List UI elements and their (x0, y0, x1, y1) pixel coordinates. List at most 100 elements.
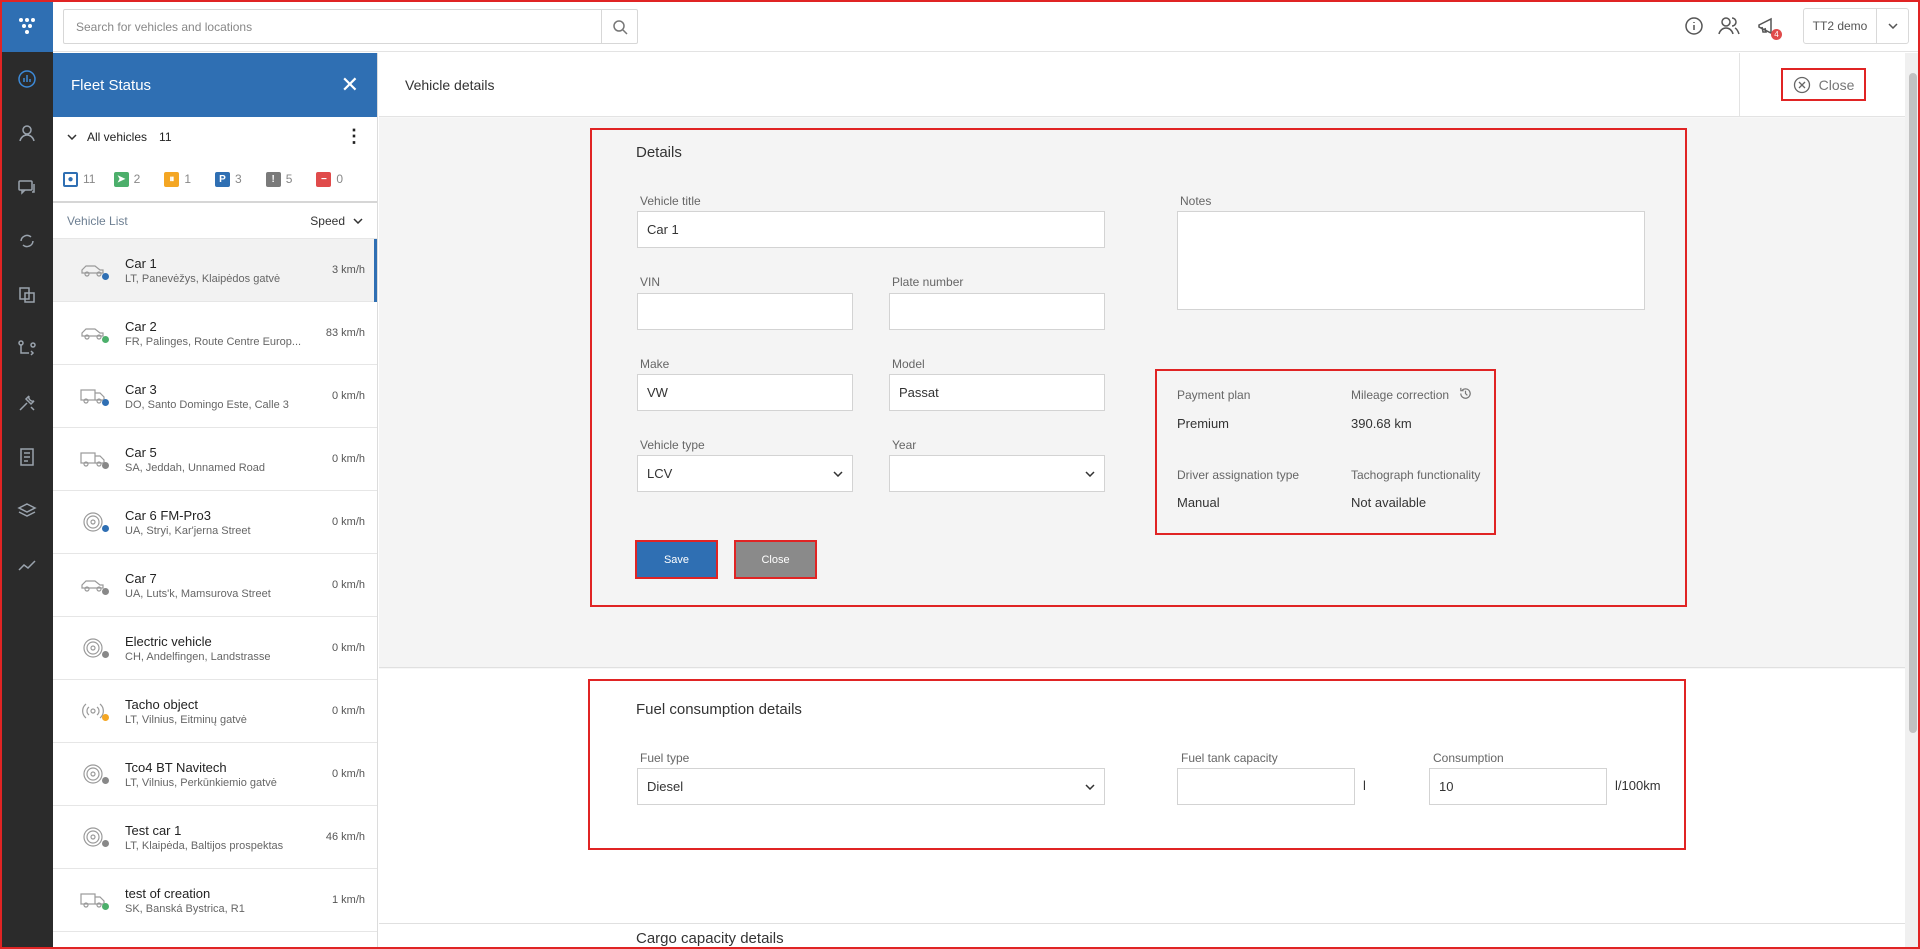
vin-field[interactable] (637, 293, 853, 330)
vehicle-speed: 83 km/h (325, 327, 365, 339)
fuel-tank-capacity-field[interactable] (1177, 768, 1355, 805)
vehicle-list-header: Vehicle List Speed (53, 203, 377, 239)
vehicle-list-item[interactable]: Car 2 FR, Palinges, Route Centre Europ...… (53, 302, 377, 365)
status-dot (102, 903, 109, 910)
status-filter-count: 5 (285, 172, 293, 186)
vehicle-speed: 3 km/h (331, 264, 365, 276)
tachograph-label: Tachograph functionality (1351, 468, 1481, 482)
vehicle-speed: 1 km/h (331, 894, 365, 906)
vehicle-address: LT, Vilnius, Eitminų gatvė (125, 713, 247, 726)
status-filters: ● 11 ➤ 2 ⏸ 1 P 3! 5−0 (53, 157, 377, 203)
vehicle-list-item[interactable]: Car 3 DO, Santo Domingo Este, Calle 3 0 km… (53, 365, 377, 428)
documents-icon[interactable] (0, 268, 53, 322)
vehicle-list-label: Vehicle List (67, 213, 128, 228)
search-box (63, 9, 638, 44)
truck-icon (77, 884, 109, 916)
status-filter-2[interactable]: ⏸ 1 (164, 171, 215, 187)
more-options-icon[interactable]: ⋮ (345, 127, 363, 145)
moving-icon: ➤ (113, 171, 129, 187)
vehicle-list-item[interactable]: test of creation SK, Banská Bystrica, R1 1… (53, 869, 377, 932)
chevron-down-icon (1085, 470, 1095, 477)
status-dot (102, 462, 109, 469)
status-filter-1[interactable]: ➤ 2 (113, 171, 165, 187)
driver-assignation-label: Driver assignation type (1177, 468, 1300, 482)
close-button[interactable]: Close (1781, 68, 1866, 101)
status-dot (102, 273, 109, 280)
vehicle-list-item[interactable]: Car 7 UA, Luts'k, Mamsurova Street 0 km/h (53, 554, 377, 617)
make-label: Make (640, 357, 670, 371)
make-field[interactable]: VW (637, 374, 853, 411)
mileage-correction-label: Mileage correction (1351, 388, 1450, 402)
history-icon[interactable] (1458, 386, 1473, 404)
vehicle-list-item[interactable]: Test car 1 LT, Klaipėda, Baltijos prospek… (53, 806, 377, 869)
app-logo[interactable] (0, 0, 53, 52)
page-scrollbar[interactable] (1905, 53, 1920, 949)
vehicle-list-item[interactable]: Car 1 LT, Panevėžys, Klaipėdos gatvė 3 km/… (53, 239, 377, 302)
vehicle-type-value: LCV (647, 466, 673, 481)
layers-icon[interactable] (0, 484, 53, 538)
close-icon[interactable]: ✕ (341, 72, 359, 98)
vehicle-address: DO, Santo Domingo Este, Calle 3 (125, 398, 289, 411)
status-filter-3[interactable]: P3 (215, 171, 266, 187)
search-input[interactable] (64, 10, 594, 43)
vehicle-title-field[interactable]: Car 1 (637, 211, 1105, 248)
parked-icon: P (215, 171, 231, 187)
vehicle-list-item[interactable]: Car 6 FM-Pro3 UA, Stryi, Kar'jerna Street… (53, 491, 377, 554)
vehicle-details-panel: Vehicle details Close Details Vehicle ti… (379, 53, 1905, 949)
status-filter-0[interactable]: ● 11 (63, 171, 114, 187)
model-field[interactable]: Passat (889, 374, 1105, 411)
vehicle-address: CH, Andelfingen, Landstrasse (125, 650, 271, 663)
vehicle-info: Tacho object LT, Vilnius, Eitminų gatvė (125, 697, 326, 726)
vehicle-type-select[interactable]: LCV (637, 455, 853, 492)
users-icon[interactable] (1717, 14, 1741, 38)
vehicle-name: Car 3 (125, 381, 157, 397)
consumption-field[interactable]: 10 (1429, 768, 1607, 805)
plate-number-label: Plate number (892, 275, 964, 289)
vehicle-list-item[interactable]: Car 5 SA, Jeddah, Unnamed Road 0 km/h (53, 428, 377, 491)
notes-textarea[interactable] (1177, 211, 1645, 310)
status-dot (102, 840, 109, 847)
messages-icon[interactable] (0, 160, 53, 214)
car-icon (77, 317, 109, 349)
status-dot (102, 588, 109, 595)
fleet-status-header: Fleet Status ✕ (53, 53, 377, 117)
status-filter-count: 0 (336, 172, 344, 186)
routes-icon[interactable] (0, 214, 53, 268)
sort-dropdown[interactable]: Speed (310, 214, 363, 228)
scrollbar-thumb[interactable] (1909, 73, 1917, 733)
driver-icon[interactable] (0, 106, 53, 160)
chevron-down-icon (353, 217, 363, 224)
save-button[interactable]: Save (635, 540, 718, 579)
steering-wheel-icon (77, 632, 109, 664)
tasks-icon[interactable] (0, 322, 53, 376)
vehicle-list-item[interactable]: Tco4 BT Navitech LT, Vilnius, Perkūnkiemi… (53, 743, 377, 806)
model-label: Model (892, 357, 925, 371)
analytics-icon[interactable] (0, 538, 53, 592)
status-dot (102, 399, 109, 406)
status-filter-count: 2 (133, 172, 141, 186)
reports-icon[interactable] (0, 430, 53, 484)
close-form-button[interactable]: Close (734, 540, 817, 579)
status-dot (102, 651, 109, 658)
all-vehicles-group[interactable]: All vehicles 11 ⋮ (53, 117, 377, 157)
vehicle-list-item[interactable]: Tacho object LT, Vilnius, Eitminų gatvė 0 … (53, 680, 377, 743)
vehicle-info: test of creation SK, Banská Bystrica, R1 (125, 886, 326, 915)
user-menu[interactable]: TT2 demo (1803, 8, 1909, 44)
idle-icon: ⏸ (164, 171, 180, 187)
notifications-icon[interactable]: 4 (1754, 14, 1782, 40)
year-select[interactable] (889, 455, 1105, 492)
dashboard-icon[interactable] (0, 52, 53, 106)
fuel-type-value: Diesel (647, 779, 684, 794)
car-icon (77, 569, 109, 601)
steering-wheel-icon (77, 506, 109, 538)
maintenance-icon[interactable] (0, 376, 53, 430)
status-filter-4[interactable]: ! 5 (265, 171, 317, 187)
search-icon[interactable] (601, 10, 637, 43)
vehicle-list-item[interactable]: Electric vehicle CH, Andelfingen, Landstr… (53, 617, 377, 680)
chevron-down-icon (833, 470, 843, 477)
fuel-type-select[interactable]: Diesel (637, 768, 1105, 805)
vehicle-name: Tco4 BT Navitech (125, 759, 227, 775)
status-filter-5[interactable]: −0 (316, 171, 367, 187)
plate-number-field[interactable] (889, 293, 1105, 330)
info-icon[interactable] (1682, 14, 1706, 38)
